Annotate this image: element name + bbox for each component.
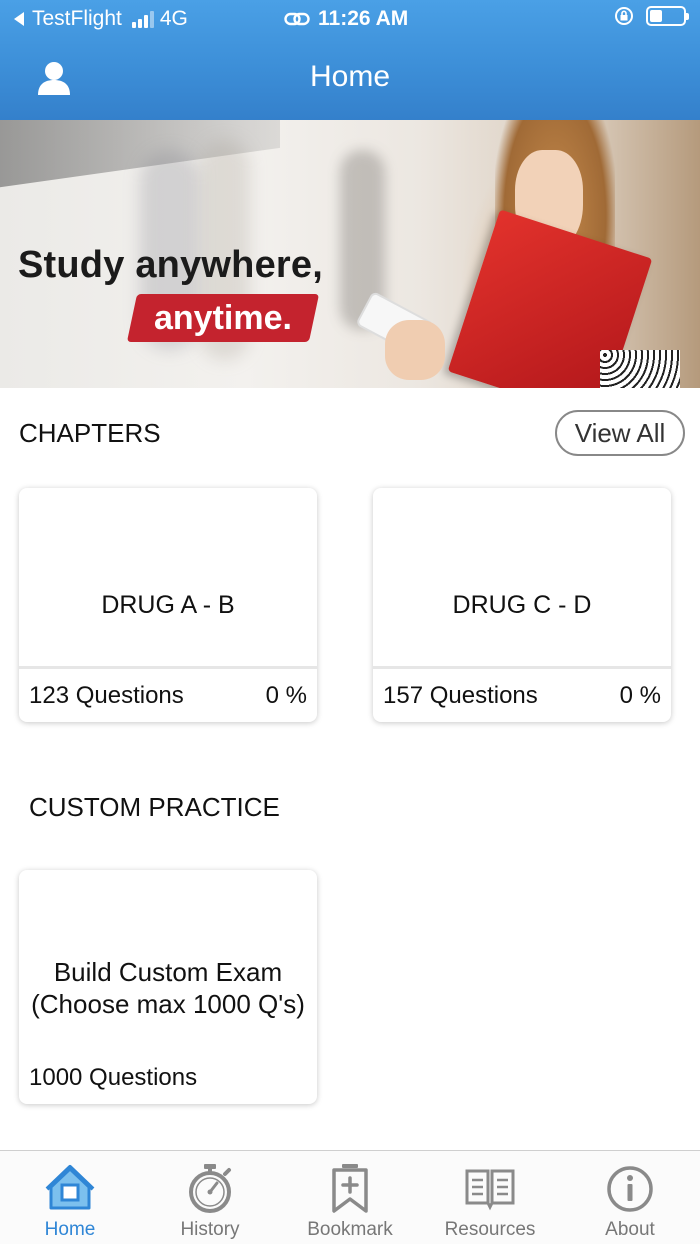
signal-icon	[131, 10, 154, 28]
custom-practice-heading: CUSTOM PRACTICE	[29, 792, 280, 822]
rotation-lock-icon	[615, 7, 633, 25]
chapter-progress: 0 %	[619, 682, 661, 709]
tab-label: Bookmark	[307, 1219, 393, 1240]
card-divider	[373, 666, 671, 669]
custom-exam-title: Build Custom Exam	[53, 957, 283, 987]
link-icon	[284, 12, 310, 26]
chapter-card-drug-a-b[interactable]: DRUG A - B 123 Questions 0 %	[19, 488, 317, 722]
promo-banner: Study anywhere, anytime.	[0, 120, 700, 388]
view-all-button[interactable]: View All	[555, 410, 685, 456]
tab-resources[interactable]: Resources	[420, 1151, 560, 1244]
battery-icon	[646, 6, 689, 26]
page-title: Home	[309, 60, 391, 93]
clock-label: 11:26 AM	[318, 7, 409, 30]
build-custom-exam-card[interactable]: Build Custom Exam (Choose max 1000 Q's) …	[19, 870, 317, 1104]
chapter-card-drug-c-d[interactable]: DRUG C - D 157 Questions 0 %	[373, 488, 671, 722]
tab-history[interactable]: History	[140, 1151, 280, 1244]
tab-label: Resources	[444, 1219, 536, 1240]
home-screen: TestFlight 4G 11:26 AM Home Study anywhe…	[0, 0, 700, 1244]
top-bar: TestFlight 4G 11:26 AM Home	[0, 0, 700, 120]
tab-bookmark[interactable]: Bookmark	[280, 1151, 420, 1244]
status-left: TestFlight 4G	[12, 7, 188, 31]
tab-label: Home	[44, 1219, 96, 1240]
carrier-label[interactable]: TestFlight	[32, 7, 122, 31]
status-bar: TestFlight 4G 11:26 AM	[0, 0, 700, 38]
tab-label: About	[605, 1219, 655, 1240]
bookmark-icon	[332, 1164, 368, 1213]
chapter-question-count: 157 Questions	[383, 682, 538, 709]
info-icon	[607, 1166, 653, 1212]
banner-highlight: anytime.	[126, 294, 320, 342]
card-divider	[19, 666, 317, 669]
chapter-title: DRUG C - D	[452, 591, 592, 619]
custom-exam-question-count: 1000 Questions	[29, 1064, 198, 1091]
nav-bar: Home	[0, 38, 700, 120]
tab-label: History	[180, 1219, 240, 1240]
tab-bar: Home History Bookmark Resources About	[0, 1150, 700, 1244]
tab-about[interactable]: About	[560, 1151, 700, 1244]
tab-home[interactable]: Home	[0, 1151, 140, 1244]
stopwatch-icon	[189, 1164, 231, 1213]
chapters-heading: CHAPTERS	[19, 418, 161, 448]
chapter-question-count: 123 Questions	[29, 682, 184, 709]
chapter-title: DRUG A - B	[101, 591, 235, 619]
custom-exam-subtitle: (Choose max 1000 Q's)	[31, 989, 305, 1019]
banner-tagline: Study anywhere,	[18, 244, 323, 286]
back-arrow-icon[interactable]	[12, 11, 26, 27]
status-right	[614, 6, 689, 26]
status-center: 11:26 AM	[284, 7, 408, 31]
network-label: 4G	[159, 7, 188, 30]
home-icon	[45, 1165, 95, 1210]
chapter-progress: 0 %	[265, 682, 307, 709]
book-icon	[465, 1169, 515, 1211]
